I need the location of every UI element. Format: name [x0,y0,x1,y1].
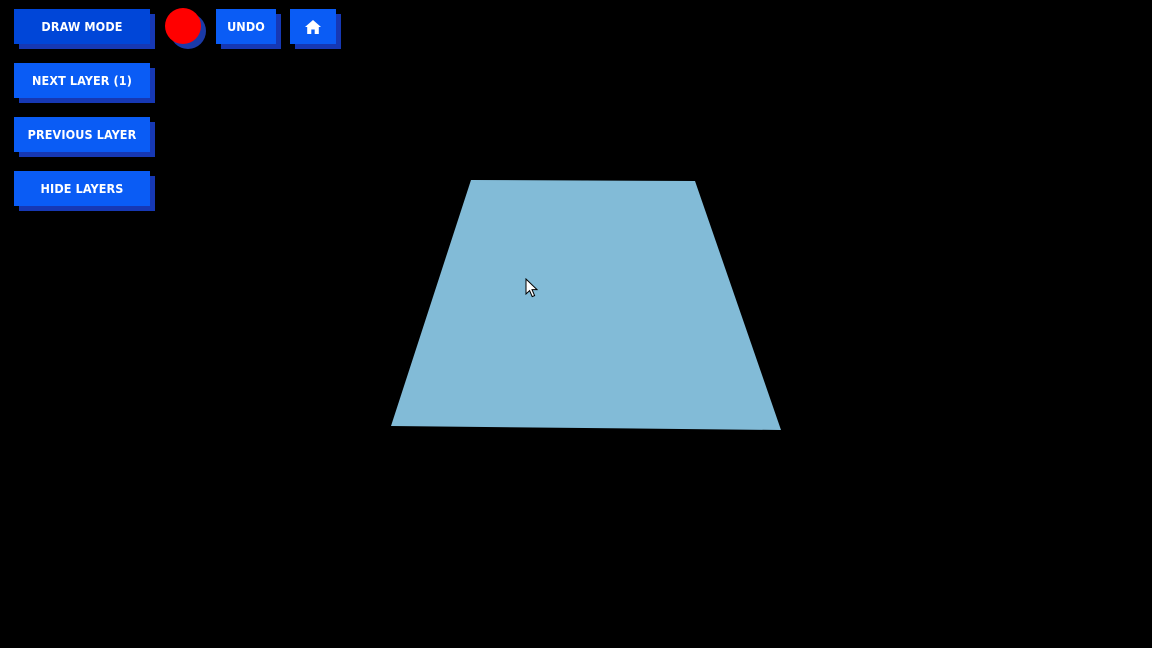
draw-mode-button[interactable]: DRAW MODE [14,9,150,44]
game-viewport[interactable]: DRAW MODE UNDO NEXT LAYER (1) PREVIOUS L… [0,0,1152,648]
next-layer-button[interactable]: NEXT LAYER (1) [14,63,150,98]
home-button[interactable] [290,9,336,44]
ground-plane[interactable] [391,180,781,430]
color-picker-button[interactable] [165,8,201,44]
home-icon [305,19,321,34]
undo-button[interactable]: UNDO [216,9,276,44]
3d-scene[interactable] [0,0,1152,648]
previous-layer-button[interactable]: PREVIOUS LAYER [14,117,150,152]
hide-layers-button[interactable]: HIDE LAYERS [14,171,150,206]
